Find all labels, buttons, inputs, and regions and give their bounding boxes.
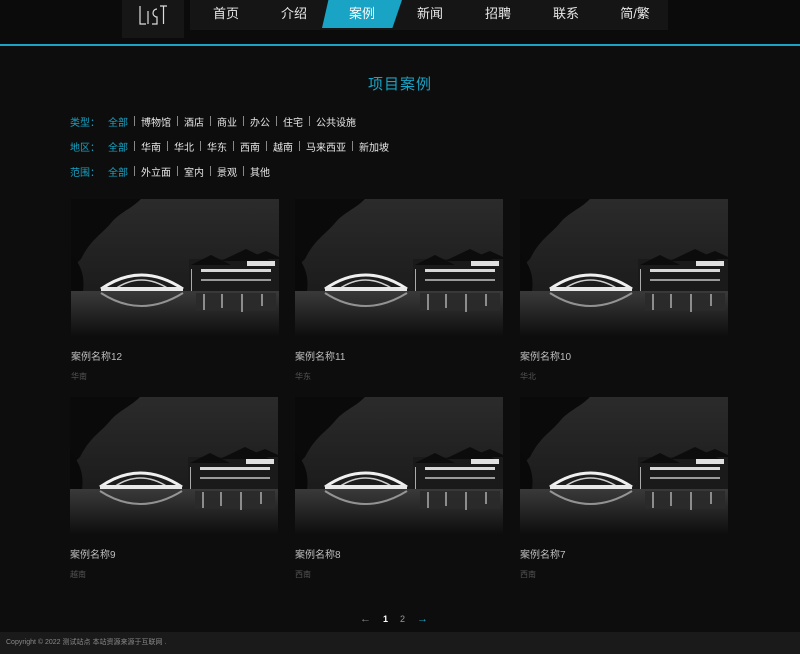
case-thumbnail[interactable] bbox=[520, 397, 728, 534]
logo-mark-icon bbox=[139, 5, 167, 25]
filter-option[interactable]: 商业 bbox=[217, 114, 237, 129]
filter-option[interactable]: 马来西亚 bbox=[306, 139, 346, 154]
filter-option[interactable]: 酒店 bbox=[184, 114, 204, 129]
case-thumbnail[interactable] bbox=[70, 397, 278, 534]
nav-language[interactable]: 简/繁 bbox=[610, 0, 660, 28]
case-card: 案例名称7 西南 bbox=[520, 397, 728, 580]
divider bbox=[177, 116, 178, 126]
filter-scope: 范围： 全部 外立面 室内 景观 其他 bbox=[70, 164, 270, 179]
divider bbox=[200, 141, 201, 151]
filter-option[interactable]: 华东 bbox=[207, 139, 227, 154]
nav-about[interactable]: 介绍 bbox=[272, 0, 316, 28]
pagination: ← 1 2 → bbox=[360, 612, 428, 626]
divider bbox=[243, 166, 244, 176]
nav-jobs[interactable]: 招聘 bbox=[476, 0, 520, 28]
filter-option[interactable]: 博物馆 bbox=[141, 114, 171, 129]
case-name[interactable]: 案例名称10 bbox=[520, 348, 728, 363]
divider bbox=[266, 141, 267, 151]
filter-option[interactable]: 西南 bbox=[240, 139, 260, 154]
filter-option[interactable]: 华北 bbox=[174, 139, 194, 154]
case-card: 案例名称11 华东 bbox=[295, 199, 503, 382]
case-thumbnail[interactable] bbox=[520, 199, 728, 336]
page-number[interactable]: 1 bbox=[383, 614, 388, 624]
case-region: 华南 bbox=[71, 372, 87, 381]
divider bbox=[233, 141, 234, 151]
case-name[interactable]: 案例名称7 bbox=[520, 546, 728, 561]
page-number[interactable]: 2 bbox=[400, 614, 405, 624]
filter-option[interactable]: 住宅 bbox=[283, 114, 303, 129]
case-region: 西南 bbox=[295, 570, 311, 579]
divider bbox=[210, 116, 211, 126]
divider bbox=[134, 166, 135, 176]
divider bbox=[243, 116, 244, 126]
filter-option[interactable]: 公共设施 bbox=[316, 114, 356, 129]
divider bbox=[210, 166, 211, 176]
case-region: 华北 bbox=[520, 372, 536, 381]
prev-page-arrow-icon[interactable]: ← bbox=[360, 613, 371, 625]
filter-option[interactable]: 越南 bbox=[273, 139, 293, 154]
site-logo[interactable] bbox=[122, 0, 184, 38]
nav-news[interactable]: 新闻 bbox=[408, 0, 452, 28]
case-card: 案例名称9 越南 bbox=[70, 397, 278, 580]
case-thumbnail[interactable] bbox=[71, 199, 279, 336]
filter-scope-label: 范围： bbox=[70, 167, 100, 179]
case-card: 案例名称10 华北 bbox=[520, 199, 728, 382]
case-name[interactable]: 案例名称9 bbox=[70, 546, 278, 561]
case-name[interactable]: 案例名称12 bbox=[71, 348, 279, 363]
filter-type-label: 类型： bbox=[70, 117, 100, 129]
main-nav: 首页 介绍 案例 新闻 招聘 联系 简/繁 bbox=[190, 0, 668, 30]
case-region: 华东 bbox=[295, 372, 311, 381]
divider bbox=[309, 116, 310, 126]
nav-home[interactable]: 首页 bbox=[204, 0, 248, 28]
filter-type: 类型： 全部 博物馆 酒店 商业 办公 住宅 公共设施 bbox=[70, 114, 356, 129]
case-name[interactable]: 案例名称8 bbox=[295, 546, 503, 561]
page-title: 项目案例 bbox=[367, 76, 432, 93]
filter-region: 地区： 全部 华南 华北 华东 西南 越南 马来西亚 新加坡 bbox=[70, 139, 389, 154]
filter-option[interactable]: 全部 bbox=[108, 164, 128, 179]
filter-option[interactable]: 其他 bbox=[250, 164, 270, 179]
divider bbox=[177, 166, 178, 176]
filter-option[interactable]: 办公 bbox=[250, 114, 270, 129]
filter-option[interactable]: 外立面 bbox=[141, 164, 171, 179]
divider bbox=[134, 141, 135, 151]
case-card: 案例名称12 华南 bbox=[71, 199, 279, 382]
filter-option[interactable]: 全部 bbox=[108, 139, 128, 154]
case-thumbnail[interactable] bbox=[295, 397, 503, 534]
filter-option[interactable]: 景观 bbox=[217, 164, 237, 179]
filter-option[interactable]: 全部 bbox=[108, 114, 128, 129]
filter-option[interactable]: 新加坡 bbox=[359, 139, 389, 154]
case-thumbnail[interactable] bbox=[295, 199, 503, 336]
nav-cases[interactable]: 案例 bbox=[340, 0, 384, 28]
divider bbox=[167, 141, 168, 151]
case-name[interactable]: 案例名称11 bbox=[295, 348, 503, 363]
divider bbox=[352, 141, 353, 151]
next-page-arrow-icon[interactable]: → bbox=[417, 613, 428, 625]
divider bbox=[134, 116, 135, 126]
filter-option[interactable]: 华南 bbox=[141, 139, 161, 154]
footer-copyright: Copyright © 2022 测试站点 本站资源来源于互联网 . bbox=[0, 632, 800, 654]
case-region: 越南 bbox=[70, 570, 86, 579]
divider bbox=[299, 141, 300, 151]
divider bbox=[276, 116, 277, 126]
filter-option[interactable]: 室内 bbox=[184, 164, 204, 179]
case-card: 案例名称8 西南 bbox=[295, 397, 503, 580]
case-region: 西南 bbox=[520, 570, 536, 579]
filter-region-label: 地区： bbox=[70, 142, 100, 154]
nav-contact[interactable]: 联系 bbox=[544, 0, 588, 28]
